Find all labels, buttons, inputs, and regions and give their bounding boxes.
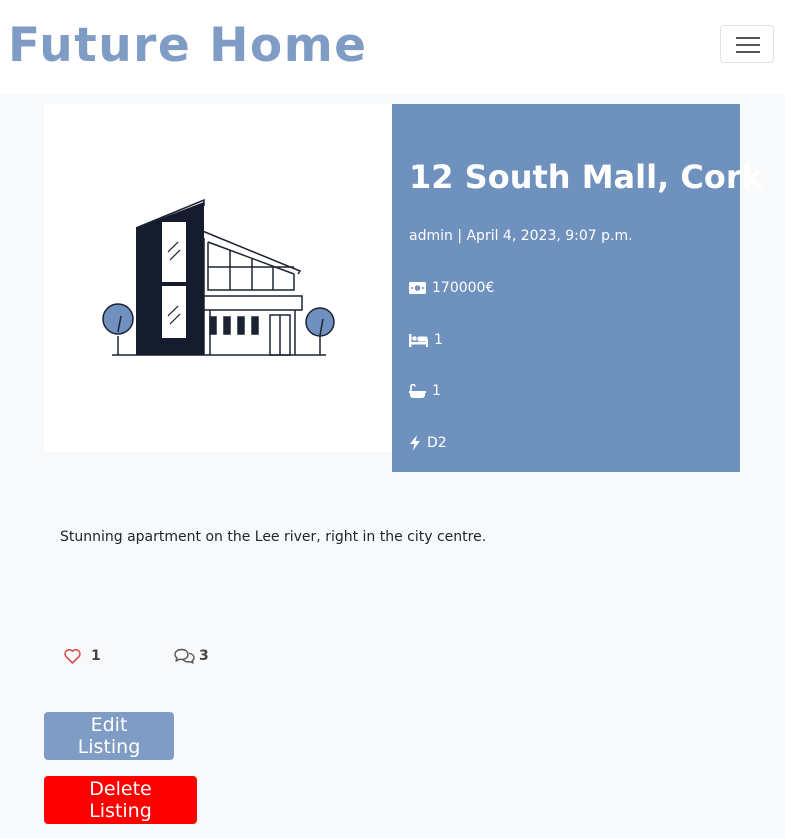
listing-image [44, 104, 392, 452]
nav-toggle-button[interactable] [720, 25, 774, 63]
bedrooms-value: 1 [434, 332, 443, 348]
listing-meta: admin | April 4, 2023, 9:07 p.m. [409, 228, 633, 244]
energy-rating-row: D2 [409, 435, 447, 451]
money-bill-icon [409, 282, 426, 294]
comments-icon[interactable] [174, 648, 195, 664]
listing-info-panel: 12 South Mall, Cork admin | April 4, 202… [392, 104, 763, 472]
house-illustration-icon [102, 198, 335, 356]
listing-description: Stunning apartment on the Lee river, rig… [60, 529, 487, 545]
bedrooms-row: 1 [409, 332, 443, 348]
listing-title: 12 South Mall, Cork [409, 158, 763, 196]
bathrooms-value: 1 [432, 383, 441, 399]
bed-icon [409, 333, 428, 347]
bathrooms-row: 1 [409, 383, 441, 399]
heart-icon[interactable] [64, 648, 81, 664]
energy-rating-value: D2 [427, 435, 447, 451]
comments-control[interactable]: 3 [174, 648, 209, 664]
price-value: 170000€ [432, 280, 495, 296]
edit-listing-button[interactable]: Edit Listing [44, 712, 174, 760]
navbar: Future Home [0, 0, 785, 94]
comments-count: 3 [199, 648, 209, 664]
like-control[interactable]: 1 [64, 648, 101, 664]
delete-listing-button[interactable]: Delete Listing [44, 776, 197, 824]
brand-logo[interactable]: Future Home [8, 14, 368, 78]
likes-count: 1 [91, 648, 101, 664]
price-row: 170000€ [409, 280, 494, 296]
lightning-bolt-icon [410, 435, 420, 451]
bath-icon [409, 383, 426, 398]
